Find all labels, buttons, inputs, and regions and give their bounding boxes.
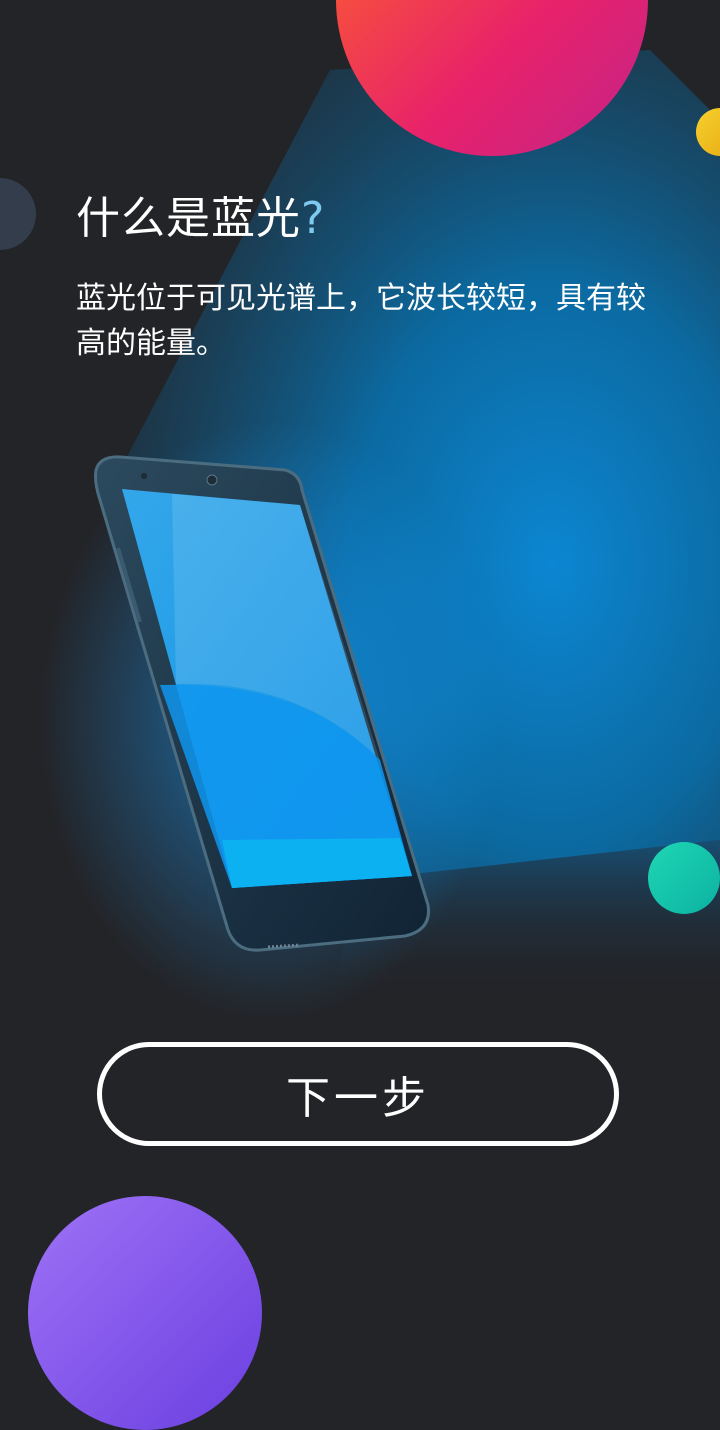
next-step-button[interactable]: 下一步 (97, 1042, 619, 1146)
